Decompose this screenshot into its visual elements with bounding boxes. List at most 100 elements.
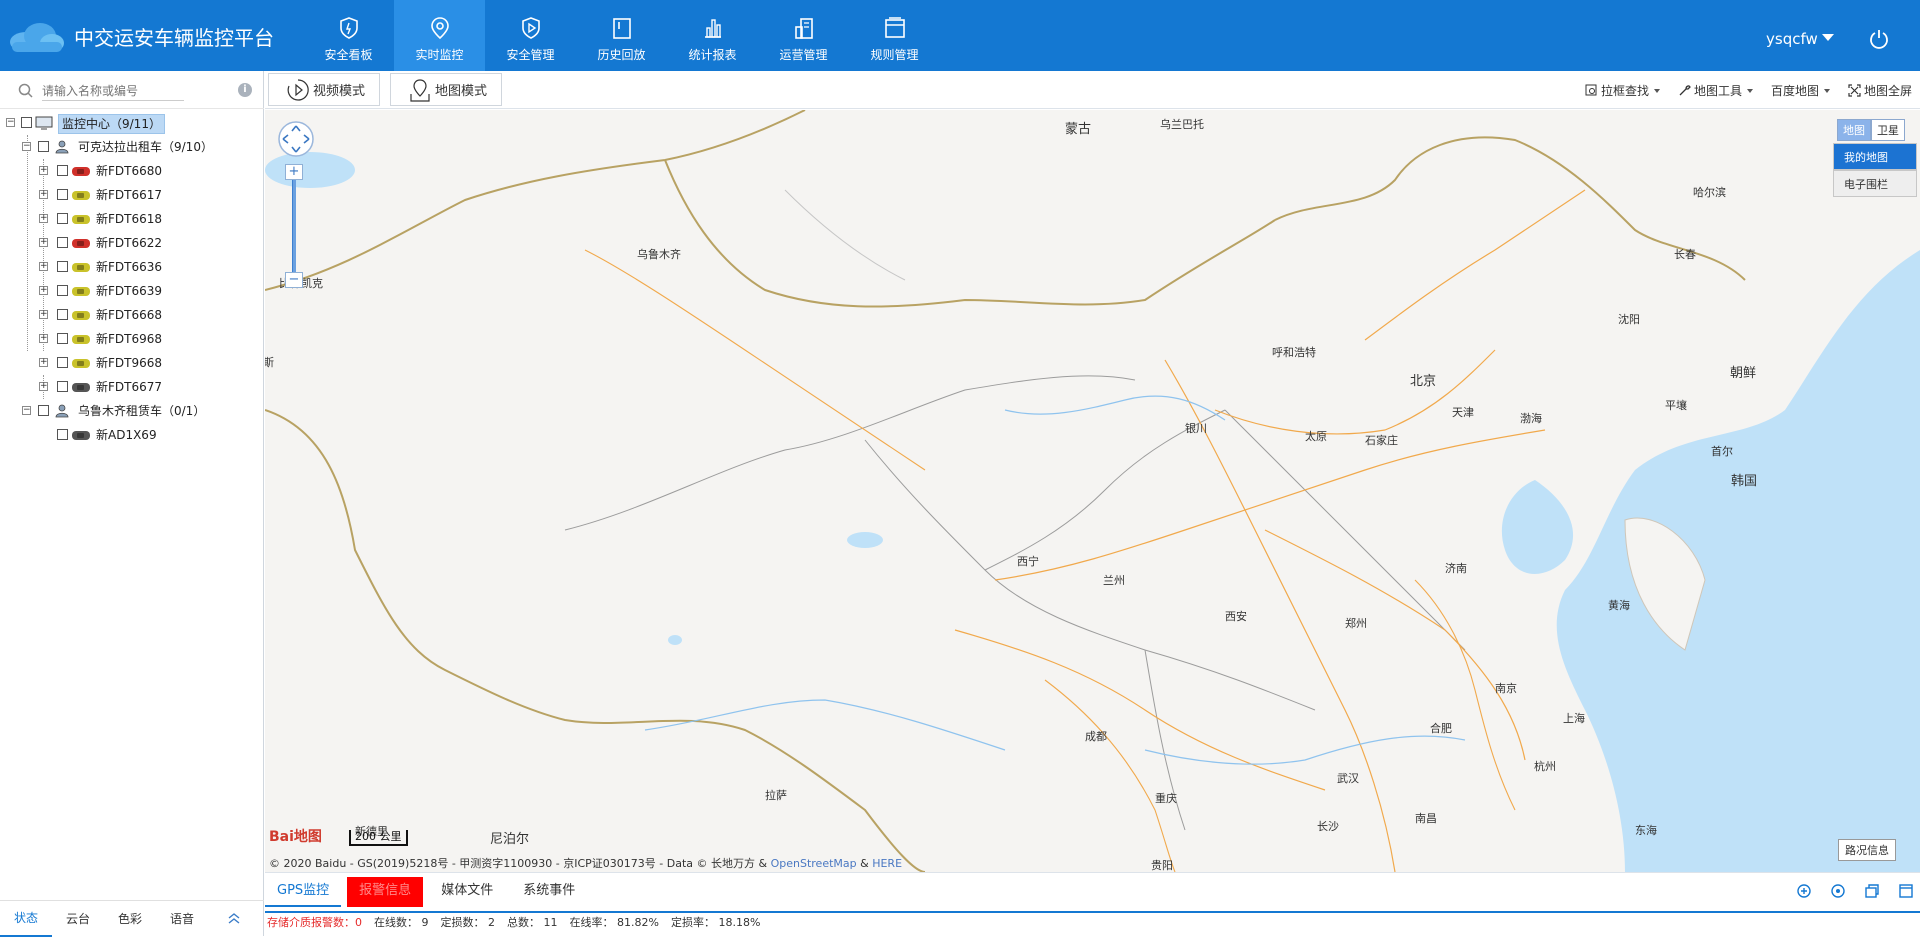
nav-statistics[interactable]: 统计报表 — [667, 0, 758, 71]
car-icon — [72, 239, 90, 248]
tree-checkbox[interactable] — [57, 165, 68, 176]
info-icon[interactable]: i — [238, 83, 252, 97]
tree-search-input[interactable] — [42, 81, 184, 101]
bottom-tabs: GPS监控 报警信息 媒体文件 系统事件 — [265, 877, 593, 907]
nav-realtime-monitor[interactable]: 实时监控 — [394, 0, 485, 71]
collapse-toggle[interactable]: − — [6, 118, 15, 127]
map-mode-button[interactable]: 地图模式 — [390, 73, 502, 106]
expand-toggle[interactable]: + — [39, 190, 48, 199]
tree-vehicle[interactable]: + 新FDT9668 — [0, 351, 264, 375]
map-toolbar: 视频模式 地图模式 拉框查找 地图工具 百度地图 地图全屏 — [265, 71, 1920, 109]
map-type-satellite[interactable]: 卫星 — [1871, 119, 1905, 141]
tree-checkbox[interactable] — [57, 285, 68, 296]
tree-vehicle[interactable]: + 新FDT6680 — [0, 159, 264, 183]
search-icon[interactable] — [18, 83, 34, 99]
collapse-toggle[interactable]: − — [22, 406, 31, 415]
map-city-label: 乌兰巴托 — [1160, 118, 1204, 131]
nav-safety-dashboard[interactable]: 安全看板 — [303, 0, 394, 71]
tree-checkbox[interactable] — [57, 261, 68, 272]
tree-checkbox[interactable] — [38, 405, 49, 416]
expand-toggle[interactable]: + — [39, 382, 48, 391]
nav-safety-management[interactable]: 安全管理 — [485, 0, 576, 71]
tree-checkbox[interactable] — [57, 381, 68, 392]
my-map-item[interactable]: 我的地图 — [1833, 143, 1917, 170]
map-city-label: 西安 — [1225, 610, 1247, 623]
expand-toggle[interactable]: + — [39, 166, 48, 175]
tree-checkbox[interactable] — [57, 309, 68, 320]
restore-window-icon[interactable] — [1864, 883, 1880, 899]
tree-checkbox[interactable] — [57, 189, 68, 200]
baidu-map-menu[interactable]: 百度地图 — [1771, 82, 1830, 99]
tree-checkbox[interactable] — [38, 141, 49, 152]
nav-history-playback[interactable]: 历史回放 — [576, 0, 667, 71]
here-link[interactable]: HERE — [872, 857, 902, 870]
zoom-in-button[interactable]: + — [285, 164, 303, 180]
tree-vehicle[interactable]: + 新FDT6968 — [0, 327, 264, 351]
tree-checkbox[interactable] — [57, 357, 68, 368]
username[interactable]: ysqcfw — [1766, 30, 1818, 48]
tab-alarm-info[interactable]: 报警信息 — [347, 877, 424, 907]
left-bottom-tabs: 状态 云台 色彩 语音 — [0, 900, 264, 937]
expand-toggle[interactable]: + — [39, 334, 48, 343]
storage-alarm-count: 存储介质报警数：0 — [267, 913, 362, 935]
map-tools-menu[interactable]: 地图工具 — [1678, 82, 1753, 99]
nav-rules[interactable]: 规则管理 — [849, 0, 940, 71]
tree-checkbox[interactable] — [57, 333, 68, 344]
tree-checkbox[interactable] — [57, 237, 68, 248]
nav-label: 安全管理 — [506, 48, 555, 62]
tab-color[interactable]: 色彩 — [104, 902, 156, 936]
double-chevron-up-icon[interactable] — [227, 911, 241, 925]
map-city-label: 上海 — [1563, 712, 1585, 725]
osm-link[interactable]: OpenStreetMap — [771, 857, 857, 870]
expand-toggle[interactable]: + — [39, 358, 48, 367]
expand-toggle[interactable]: + — [39, 214, 48, 223]
geofence-item[interactable]: 电子围栏 — [1833, 170, 1917, 197]
video-mode-button[interactable]: 视频模式 — [268, 73, 380, 106]
vehicle-label: 新FDT6680 — [96, 164, 163, 178]
traffic-info-button[interactable]: 路况信息 — [1838, 839, 1896, 861]
tree-group-label: 乌鲁木齐租赁车（0/1） — [78, 404, 206, 418]
tree-vehicle[interactable]: + 新FDT6617 — [0, 183, 264, 207]
tab-status[interactable]: 状态 — [0, 901, 52, 937]
group-icon — [55, 404, 69, 418]
main-nav: 安全看板 实时监控 安全管理 历史回放 统计报表 运营管理 规则管理 — [303, 0, 940, 71]
expand-toggle[interactable]: + — [39, 238, 48, 247]
pan-control[interactable] — [277, 120, 315, 158]
box-search-tool[interactable]: 拉框查找 — [1585, 82, 1660, 99]
tree-vehicle[interactable]: + 新FDT6668 — [0, 303, 264, 327]
tree-vehicle[interactable]: + 新FDT6677 — [0, 375, 264, 399]
tree-group[interactable]: − 可克达拉出租车（9/10） — [0, 135, 264, 159]
map-tools-label: 地图工具 — [1693, 84, 1742, 98]
tree-vehicle[interactable]: + 新FDT6618 — [0, 207, 264, 231]
nav-operations[interactable]: 运营管理 — [758, 0, 849, 71]
add-location-icon[interactable] — [1796, 883, 1812, 899]
expand-toggle[interactable]: + — [39, 310, 48, 319]
tab-media-files[interactable]: 媒体文件 — [429, 877, 505, 907]
tree-group[interactable]: − 乌鲁木齐租赁车（0/1） — [0, 399, 264, 423]
tree-checkbox[interactable] — [57, 213, 68, 224]
tree-vehicle[interactable]: + 新FDT6636 — [0, 255, 264, 279]
tab-ptz[interactable]: 云台 — [52, 902, 104, 936]
tree-checkbox[interactable] — [21, 117, 32, 128]
collapse-toggle[interactable]: − — [22, 142, 31, 151]
zoom-out-button[interactable]: − — [285, 272, 303, 288]
expand-toggle[interactable]: + — [39, 262, 48, 271]
map-canvas[interactable]: 蒙古乌兰巴托哈尔滨长春乌鲁木齐比什凯克沈阳呼和浩特北京朝鲜天津平壤渤海银川太原石… — [265, 110, 1920, 872]
car-icon — [72, 215, 90, 224]
maximize-window-icon[interactable] — [1898, 883, 1914, 899]
settings-location-icon[interactable] — [1830, 883, 1846, 899]
tree-checkbox[interactable] — [57, 429, 68, 440]
chevron-down-icon[interactable] — [1822, 34, 1834, 41]
map-type-map[interactable]: 地图 — [1837, 119, 1871, 141]
tab-system-events[interactable]: 系统事件 — [511, 877, 587, 907]
tree-root[interactable]: − 监控中心（9/11） — [0, 111, 264, 135]
zoom-slider[interactable] — [292, 180, 296, 272]
expand-toggle[interactable]: + — [39, 286, 48, 295]
power-icon[interactable] — [1868, 28, 1890, 50]
tree-vehicle[interactable]: + 新FDT6639 — [0, 279, 264, 303]
tree-vehicle[interactable]: + 新FDT6622 — [0, 231, 264, 255]
tab-gps-monitor[interactable]: GPS监控 — [265, 877, 342, 907]
tab-voice[interactable]: 语音 — [156, 902, 208, 936]
tree-vehicle[interactable]: 新AD1X69 — [0, 423, 264, 447]
map-fullscreen-button[interactable]: 地图全屏 — [1848, 82, 1912, 99]
